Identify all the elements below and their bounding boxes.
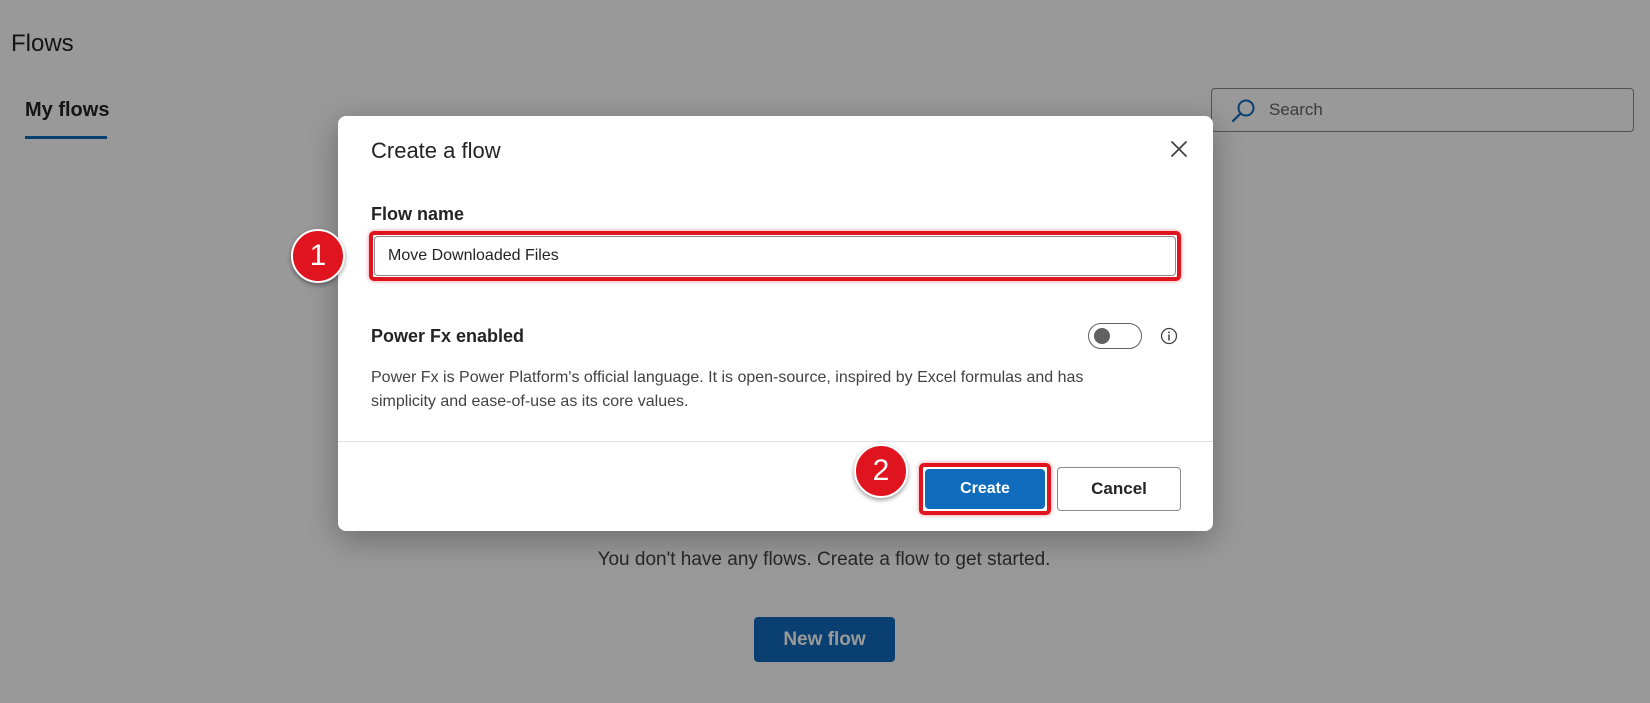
create-flow-dialog: Create a flow Flow name 1 Power Fx enabl… — [291, 116, 1213, 531]
flow-name-label: Flow name — [371, 204, 465, 224]
toggle-knob — [1094, 328, 1110, 344]
create-button[interactable]: Create — [925, 469, 1045, 509]
close-icon[interactable] — [1168, 138, 1190, 160]
cancel-button[interactable]: Cancel — [1057, 467, 1181, 511]
dialog-title: Create a flow — [371, 138, 501, 163]
power-fx-label: Power Fx enabled — [371, 326, 525, 346]
info-icon[interactable] — [1160, 327, 1178, 345]
power-fx-toggle[interactable] — [1088, 323, 1142, 349]
power-fx-description: Power Fx is Power Platform's official la… — [371, 369, 1084, 410]
step-marker-1: 1 — [291, 229, 345, 283]
step-marker-2: 2 — [854, 444, 908, 498]
flow-name-input[interactable] — [374, 236, 1176, 276]
footer-divider — [338, 441, 1213, 442]
